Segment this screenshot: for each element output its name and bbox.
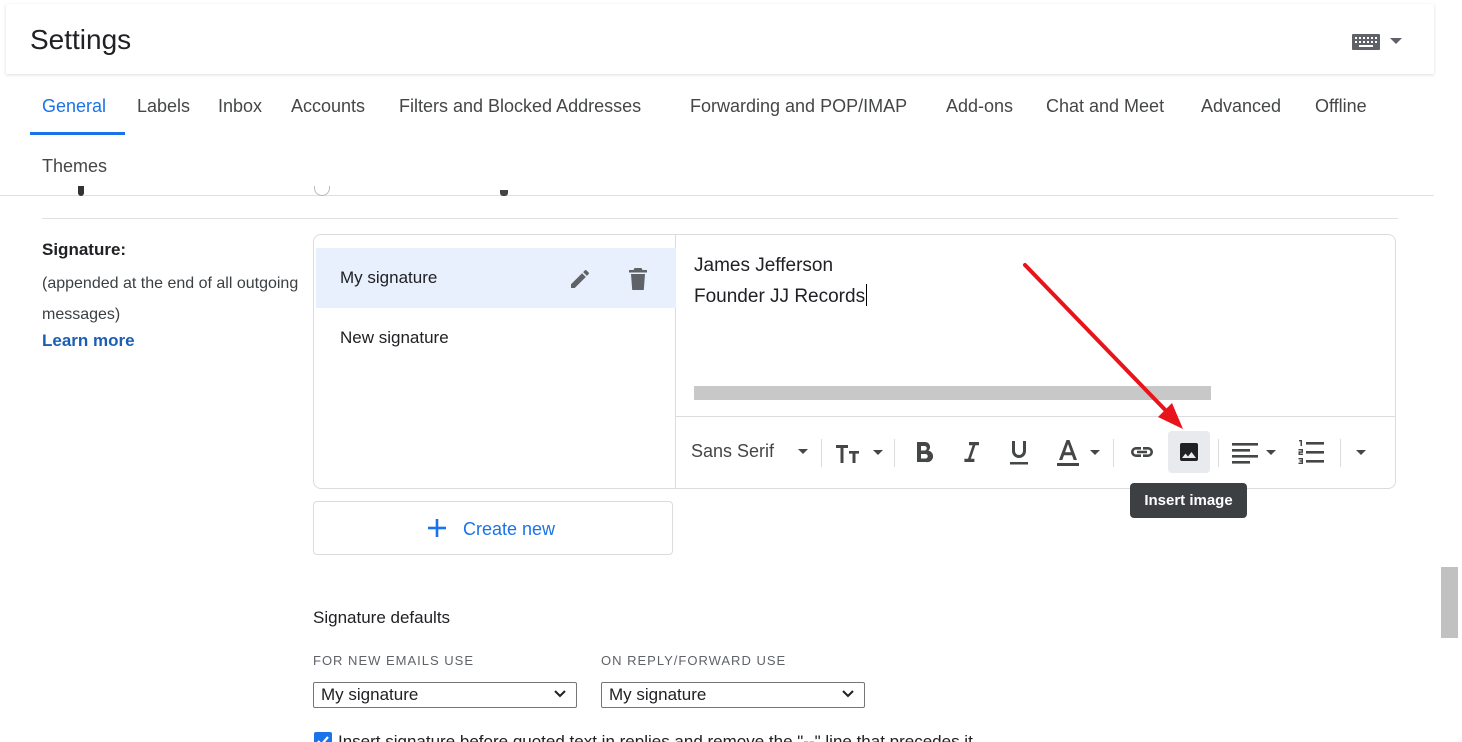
toolbar-separator — [821, 439, 822, 467]
tab-accounts[interactable]: Accounts — [291, 96, 365, 117]
numbered-list-icon[interactable] — [1298, 439, 1324, 465]
italic-icon[interactable] — [961, 441, 981, 463]
signature-panel: My signature New signature James Jeffers… — [313, 234, 1396, 489]
active-tab-indicator — [30, 132, 125, 135]
signature-item[interactable]: New signature — [316, 308, 676, 368]
page-title: Settings — [30, 24, 132, 55]
insert-before-quoted-label: Insert signature before quoted text in r… — [338, 732, 978, 742]
bold-icon[interactable] — [914, 441, 934, 463]
tab-inbox[interactable]: Inbox — [218, 96, 262, 117]
chevron-down-icon[interactable] — [1090, 450, 1100, 455]
new-emails-select[interactable]: My signature — [313, 682, 577, 708]
create-new-label: Create new — [463, 519, 556, 539]
signature-item-label: New signature — [340, 328, 449, 347]
insert-image-tooltip: Insert image — [1130, 483, 1247, 518]
tab-advanced[interactable]: Advanced — [1201, 96, 1281, 117]
font-select[interactable]: Sans Serif — [691, 441, 774, 462]
signature-editor[interactable]: James Jefferson Founder JJ Records — [676, 235, 1395, 417]
tab-general[interactable]: General — [42, 96, 106, 117]
section-divider — [42, 218, 1398, 219]
toolbar-separator — [894, 439, 895, 467]
new-emails-select-value: My signature — [321, 685, 419, 704]
tab-offline[interactable]: Offline — [1315, 96, 1367, 117]
signature-defaults-title: Signature defaults — [313, 608, 451, 627]
insert-image-button[interactable] — [1168, 431, 1210, 473]
horizontal-scrollbar[interactable] — [694, 386, 1211, 400]
trash-icon[interactable] — [626, 266, 650, 292]
toolbar-separator — [1340, 439, 1341, 467]
text-color-icon[interactable] — [1056, 439, 1080, 467]
signature-item[interactable]: My signature — [316, 248, 676, 308]
tab-chat-meet[interactable]: Chat and Meet — [1046, 96, 1164, 117]
chevron-down-icon[interactable] — [873, 450, 883, 455]
font-size-icon[interactable] — [836, 441, 864, 463]
chevron-down-icon — [554, 690, 566, 698]
insert-before-quoted-checkbox[interactable] — [314, 732, 332, 742]
tab-forwarding[interactable]: Forwarding and POP/IMAP — [690, 96, 907, 117]
editor-line-with-caret: Founder JJ Records — [694, 284, 868, 308]
tab-addons[interactable]: Add-ons — [946, 96, 1013, 117]
plus-icon — [428, 519, 446, 537]
reply-forward-select-value: My signature — [609, 685, 707, 704]
link-icon[interactable] — [1128, 442, 1156, 462]
tab-themes[interactable]: Themes — [42, 156, 107, 177]
toolbar-separator — [1113, 439, 1114, 467]
signature-label: Signature: — [42, 240, 127, 259]
more-formatting-chevron-icon[interactable] — [1356, 450, 1366, 455]
create-new-signature-button[interactable]: Create new — [313, 501, 673, 555]
editor-line: Founder JJ Records — [694, 286, 866, 307]
chevron-down-icon[interactable] — [1266, 450, 1276, 455]
keyboard-icon[interactable] — [1352, 34, 1380, 50]
toolbar-separator — [1218, 439, 1219, 467]
new-emails-label: FOR NEW EMAILS USE — [313, 653, 475, 668]
editor-line: James Jefferson — [694, 255, 834, 276]
pencil-icon[interactable] — [568, 267, 592, 291]
page-scrollbar-thumb[interactable] — [1441, 567, 1458, 638]
checkmark-icon — [317, 736, 329, 742]
signature-item-label: My signature — [340, 268, 438, 287]
clipped-text — [78, 186, 84, 196]
settings-header: Settings — [6, 4, 1434, 74]
signature-list: My signature New signature — [314, 235, 676, 488]
clipped-text — [500, 190, 508, 196]
tab-labels[interactable]: Labels — [137, 96, 190, 117]
image-icon — [1180, 443, 1198, 461]
formatting-toolbar: Sans Serif — [676, 417, 1395, 488]
chevron-down-icon[interactable] — [1390, 38, 1402, 44]
reply-forward-label: ON REPLY/FORWARD USE — [601, 653, 787, 668]
text-cursor — [866, 284, 868, 306]
signature-description: (appended at the end of all outgoing mes… — [42, 275, 299, 323]
settings-tabs: General Labels Inbox Accounts Filters an… — [0, 84, 1434, 196]
align-icon[interactable] — [1232, 442, 1258, 464]
chevron-down-icon[interactable] — [798, 449, 808, 454]
learn-more-link[interactable]: Learn more — [42, 331, 135, 351]
tab-filters[interactable]: Filters and Blocked Addresses — [399, 96, 641, 117]
underline-icon[interactable] — [1008, 440, 1030, 466]
chevron-down-icon — [842, 690, 854, 698]
reply-forward-select[interactable]: My signature — [601, 682, 865, 708]
